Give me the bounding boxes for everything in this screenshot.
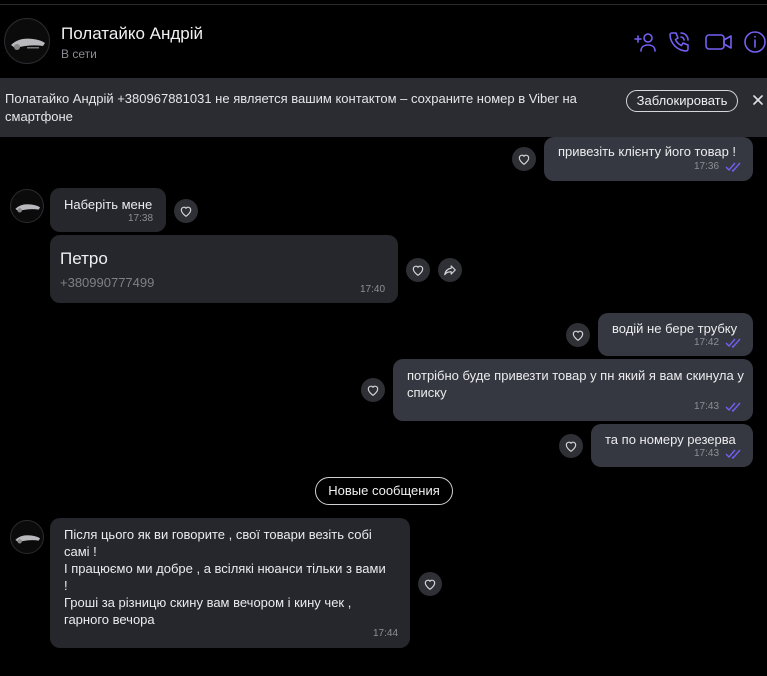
- read-checkmarks-icon: [725, 449, 741, 459]
- like-button[interactable]: [512, 147, 536, 171]
- message-time: 17:43: [694, 401, 720, 412]
- forward-button[interactable]: [438, 258, 462, 282]
- shared-contact-phone: +380990777499: [60, 275, 155, 290]
- forward-icon: [444, 265, 456, 276]
- heart-icon: [565, 441, 577, 452]
- heart-icon: [572, 330, 584, 341]
- like-button[interactable]: [361, 378, 385, 402]
- message-time: 17:42: [694, 337, 720, 348]
- sender-avatar[interactable]: [10, 520, 44, 554]
- message-line: !: [64, 578, 68, 593]
- read-checkmarks-icon: [725, 402, 741, 412]
- message-bubble[interactable]: водій не бере трубку 17:42: [598, 313, 753, 356]
- message-bubble[interactable]: потрібно буде привезти товар у пн який я…: [393, 359, 753, 421]
- add-contact-icon[interactable]: [634, 30, 658, 54]
- like-button[interactable]: [566, 323, 590, 347]
- message-text: потрібно буде привезти товар у пн який я…: [407, 368, 744, 400]
- message-time: 17:44: [373, 628, 399, 639]
- like-button[interactable]: [418, 572, 442, 596]
- like-button[interactable]: [406, 258, 430, 282]
- heart-icon: [518, 154, 530, 165]
- message-bubble[interactable]: привезіть клієнту його товар ! 17:36: [544, 137, 753, 181]
- contact-name[interactable]: Полатайко Андрій: [61, 24, 203, 44]
- heart-icon: [180, 206, 192, 217]
- message-text: водій не бере трубку: [612, 321, 738, 336]
- message-time: 17:40: [360, 284, 386, 295]
- message-bubble[interactable]: Після цього як ви говорите , свої товари…: [50, 518, 410, 648]
- contact-avatar[interactable]: [4, 18, 50, 64]
- block-button[interactable]: Заблокировать: [626, 90, 738, 112]
- video-icon[interactable]: [704, 30, 734, 54]
- heart-icon: [424, 579, 436, 590]
- read-checkmarks-icon: [725, 162, 741, 172]
- banner-text: Полатайко Андрій +380967881031 не являет…: [5, 91, 577, 124]
- message-line: самі !: [64, 544, 97, 559]
- message-line: Після цього як ви говорите , свої товари…: [64, 527, 372, 542]
- message-text: Після цього як ви говорите , свої товари…: [64, 526, 404, 628]
- message-time: 17:36: [694, 161, 720, 172]
- message-line: Гроші за різницю скину вам вечором і кин…: [64, 595, 352, 610]
- info-icon[interactable]: [743, 30, 767, 54]
- message-bubble[interactable]: Наберіть мене 17:38: [50, 188, 166, 232]
- contact-status: В сети: [61, 47, 97, 61]
- new-messages-divider: Новые сообщения: [315, 477, 453, 505]
- message-text: Наберіть мене: [64, 197, 153, 212]
- heart-icon: [367, 385, 379, 396]
- message-line: гарного вечора: [64, 612, 155, 627]
- message-line: І працюємо ми добре , а всілякі нюанси т…: [64, 561, 386, 576]
- shared-contact-name: Петро: [60, 249, 108, 268]
- read-checkmarks-icon: [725, 338, 741, 348]
- message-text: та по номеру резерва: [605, 432, 736, 447]
- phone-icon[interactable]: [667, 30, 691, 54]
- heart-icon: [412, 265, 424, 276]
- close-icon[interactable]: [751, 93, 765, 107]
- message-time: 17:43: [694, 448, 720, 459]
- message-bubble[interactable]: та по номеру резерва 17:43: [591, 424, 753, 467]
- top-divider: [0, 4, 767, 5]
- message-text: привезіть клієнту його товар !: [558, 144, 737, 159]
- message-time: 17:38: [128, 213, 154, 224]
- like-button[interactable]: [559, 434, 583, 458]
- like-button[interactable]: [174, 199, 198, 223]
- contact-card-bubble[interactable]: Петро +380990777499 17:40: [50, 235, 398, 303]
- sender-avatar[interactable]: [10, 189, 44, 223]
